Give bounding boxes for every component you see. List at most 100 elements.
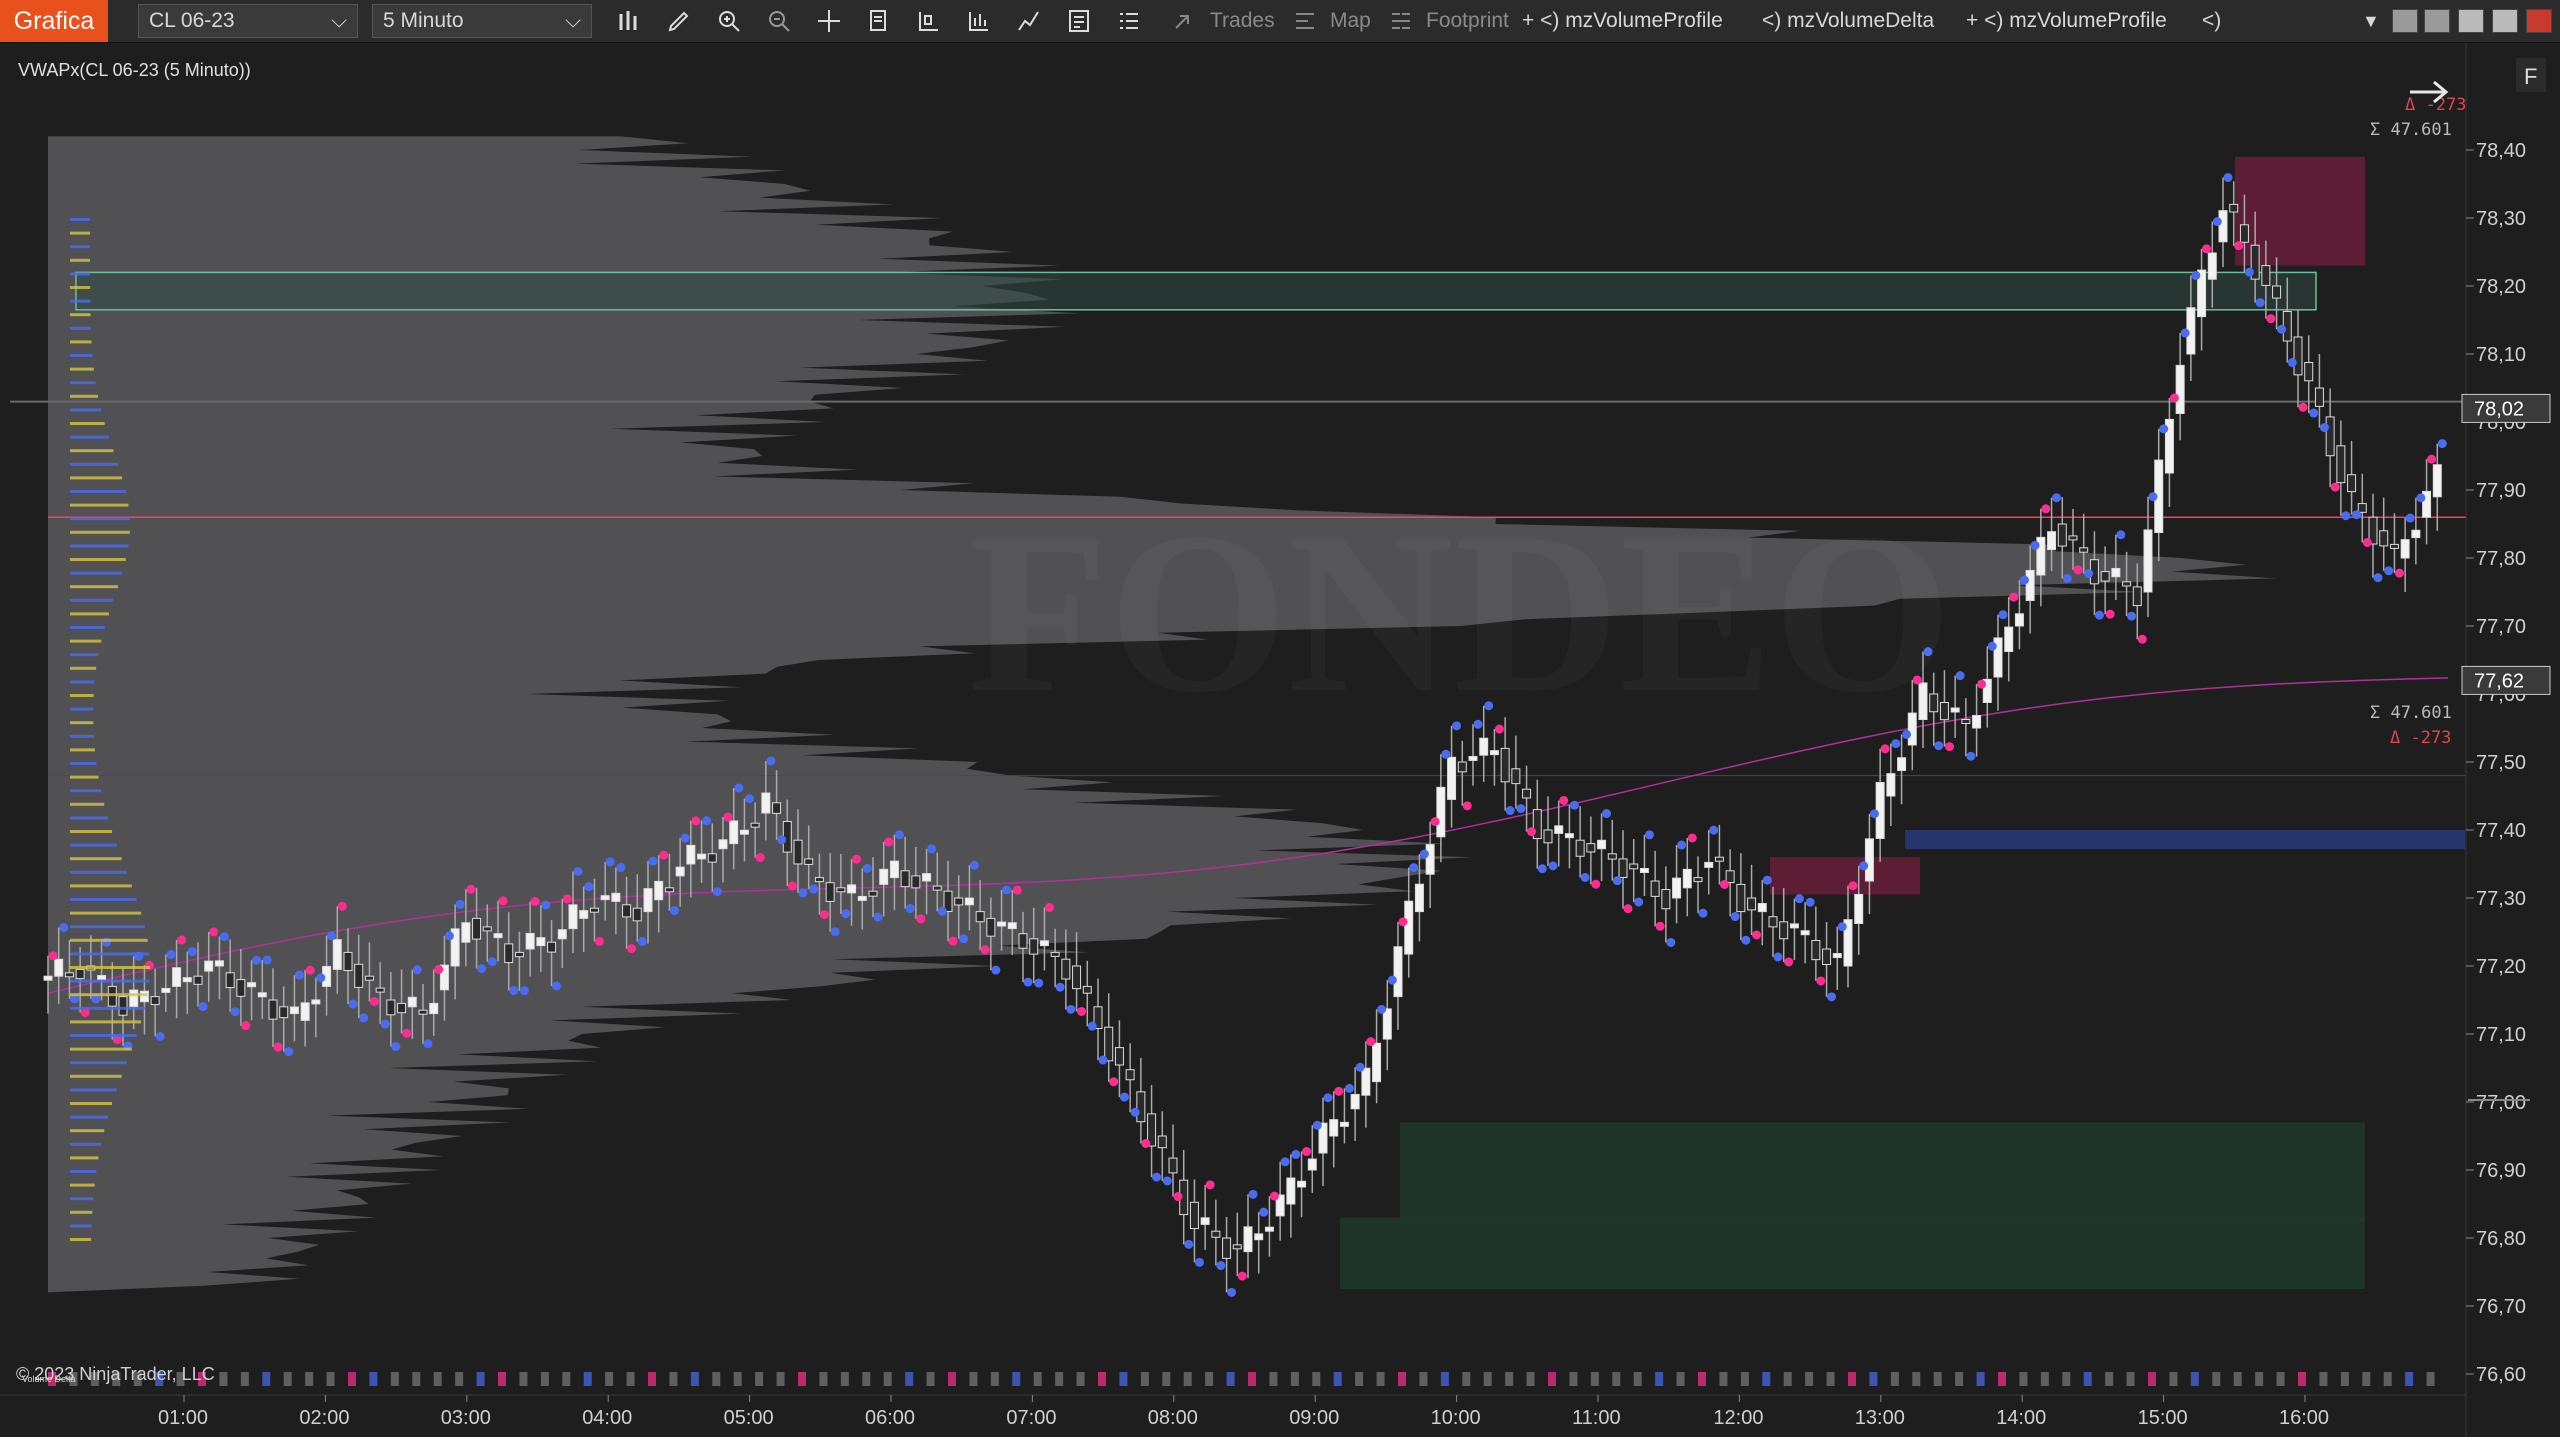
volume-delta-bar [1140, 1372, 1149, 1386]
delta-dot [155, 1031, 165, 1041]
price-marker-label: 78,02 [2474, 398, 2524, 420]
chevron-down-icon: ⌵ [565, 9, 581, 32]
candle-body [1050, 951, 1060, 957]
price-tick-label: 78,20 [2476, 276, 2526, 298]
delta-dot [2159, 424, 2169, 434]
trades-button[interactable]: Trades [1210, 0, 1275, 42]
footprint-row [70, 762, 97, 765]
overflow-chevron-icon[interactable]: ▼ [2362, 0, 2380, 42]
indicator-tab[interactable]: + <) mzVolumeProfile [1966, 0, 2167, 42]
volume-delta-bar [1483, 1372, 1492, 1386]
volume-delta-bar [1205, 1372, 1214, 1386]
time-tick-label: 04:00 [582, 1407, 632, 1429]
delta-dot [2009, 592, 2019, 602]
candle-body [1768, 916, 1778, 928]
candle-body [664, 887, 674, 893]
candle-body [482, 926, 492, 932]
indicator-tab[interactable]: + <) mzVolumeProfile [1522, 0, 1723, 42]
maximize-icon[interactable] [2492, 9, 2518, 33]
candle-body [472, 917, 482, 940]
delta-dot [2394, 568, 2404, 578]
delta-dot [1002, 885, 1012, 895]
delta-dot [1162, 1176, 1172, 1186]
crosshair-icon[interactable] [816, 8, 842, 34]
candle-body [2389, 543, 2399, 549]
demand-zone [1400, 1122, 2365, 1221]
footprint-row [70, 394, 99, 398]
chart-area[interactable]: 78,4078,3078,2078,1078,0077,9077,8077,70… [0, 43, 2560, 1437]
candle-body [2207, 252, 2217, 280]
footprint-row [70, 1115, 108, 1119]
minimize-icon[interactable] [2458, 9, 2484, 33]
footprint-icon[interactable] [1388, 8, 1414, 34]
footprint-row [70, 1061, 127, 1065]
footprint-row [70, 666, 97, 670]
indicator-tab[interactable]: <) mzVolumeDelta [1762, 0, 1934, 42]
delta-dot [873, 912, 883, 922]
volume-delta-bar [326, 1372, 335, 1386]
properties-icon[interactable] [1066, 8, 1092, 34]
delta-dot [1827, 992, 1837, 1002]
delta-dot [1687, 833, 1697, 843]
candle-body [1254, 1233, 1264, 1241]
delta-dot [219, 932, 229, 942]
footprint-row [70, 544, 129, 548]
map-icon[interactable] [1292, 8, 1318, 34]
candle-body [911, 875, 921, 889]
delta-dot [59, 922, 69, 932]
footprint-row [70, 354, 93, 357]
zoom-in-icon[interactable] [716, 8, 742, 34]
delta-dot [830, 927, 840, 937]
delta-dot [637, 937, 647, 947]
interval-selector[interactable]: 5 Minuto ⌵ [372, 4, 592, 38]
bar-type-icon[interactable] [616, 8, 642, 34]
delta-dot [1537, 864, 1547, 874]
candle-body [2068, 535, 2078, 541]
draw-pencil-icon[interactable] [666, 8, 692, 34]
candle-body [407, 996, 417, 1008]
delta-dot [1109, 1077, 1119, 1087]
volume-delta-bar [1590, 1372, 1599, 1386]
data-box-icon[interactable] [866, 8, 892, 34]
strategies-icon[interactable] [1016, 8, 1042, 34]
footprint-row [70, 802, 105, 806]
volume-delta-bar [1033, 1372, 1042, 1386]
map-button[interactable]: Map [1330, 0, 1371, 42]
candle-body [964, 897, 974, 906]
chart-style-icon[interactable] [916, 8, 942, 34]
list-icon[interactable] [1116, 8, 1142, 34]
candle-body [1961, 719, 1971, 724]
delta-dot [1612, 876, 1622, 886]
indicator-tab[interactable]: <) [2202, 0, 2221, 42]
window-tile-icon[interactable] [2392, 9, 2418, 33]
close-icon[interactable] [2526, 9, 2552, 33]
volume-delta-bar [1655, 1372, 1664, 1386]
delta-dot [284, 1047, 294, 1057]
volume-delta-bar [2126, 1372, 2135, 1386]
candle-body [686, 844, 696, 865]
time-tick-label: 03:00 [441, 1407, 491, 1429]
candle-body [2132, 586, 2142, 607]
delta-dot [455, 899, 465, 909]
delta-dot [1055, 982, 1065, 992]
app-menu-button[interactable]: Grafica [0, 0, 108, 42]
volume-delta-bar [2105, 1372, 2114, 1386]
zoom-out-icon[interactable] [766, 8, 792, 34]
footprint-button[interactable]: Footprint [1426, 0, 1509, 42]
collapse-icon[interactable] [1170, 8, 1196, 34]
candle-body [2100, 571, 2110, 582]
volume-delta-bar [1526, 1372, 1535, 1386]
instrument-selector[interactable]: CL 06-23 ⌵ [138, 4, 358, 38]
window-tile-icon[interactable] [2424, 9, 2450, 33]
delta-dot [1869, 809, 1879, 819]
delta-dot [1302, 1147, 1312, 1157]
delta-dot [1194, 1257, 1204, 1267]
candle-body [889, 860, 899, 879]
delta-dot [369, 996, 379, 1006]
candle-body [1725, 870, 1735, 884]
indicators-icon[interactable] [966, 8, 992, 34]
candle-body [1286, 1177, 1296, 1205]
candle-body [2239, 224, 2249, 243]
candle-body [729, 820, 739, 845]
candle-body [986, 917, 996, 937]
